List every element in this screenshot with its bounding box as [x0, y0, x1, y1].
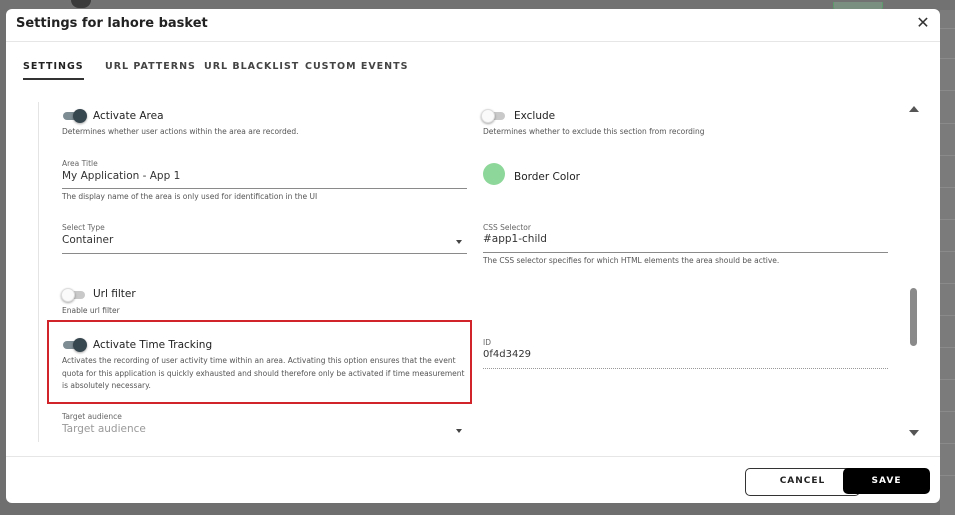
tab-url-blacklist[interactable]: URL BLACKLIST [204, 61, 299, 78]
id-value: 0f4d3429 [483, 349, 532, 360]
area-title-underline [62, 188, 467, 189]
tab-url-patterns[interactable]: URL PATTERNS [105, 61, 196, 78]
scroll-up-icon[interactable] [909, 106, 919, 112]
background-app-rows [940, 10, 955, 515]
dialog-title: Settings for lahore basket [16, 16, 208, 31]
scroll-down-icon[interactable] [909, 430, 919, 436]
save-button[interactable]: SAVE [843, 468, 930, 494]
css-selector-hint: The CSS selector specifies for which HTM… [483, 256, 780, 265]
exclude-label: Exclude [514, 110, 556, 122]
id-underline [483, 367, 888, 369]
exclude-toggle[interactable] [481, 109, 507, 123]
css-selector-underline [483, 252, 888, 253]
activate-area-hint: Determines whether user actions within t… [62, 127, 299, 136]
header-divider [6, 41, 940, 42]
area-title-hint: The display name of the area is only use… [62, 192, 318, 201]
select-type-select[interactable]: Container [62, 234, 113, 246]
select-type-label: Select Type [62, 223, 105, 232]
target-audience-label: Target audience [62, 412, 122, 421]
url-filter-hint: Enable url filter [62, 306, 120, 315]
footer-divider [6, 456, 940, 457]
css-selector-label: CSS Selector [483, 223, 531, 232]
activate-area-label: Activate Area [93, 110, 164, 122]
caret-down-icon[interactable] [456, 429, 462, 433]
target-audience-select[interactable]: Target audience [62, 423, 146, 435]
time-tracking-toggle[interactable] [61, 338, 87, 352]
area-title-input[interactable]: My Application - App 1 [62, 170, 180, 182]
border-color-label: Border Color [514, 171, 580, 183]
time-tracking-label: Activate Time Tracking [93, 339, 213, 351]
close-icon[interactable]: ✕ [914, 14, 932, 32]
caret-down-icon[interactable] [456, 240, 462, 244]
id-label: ID [483, 338, 491, 347]
css-selector-input[interactable]: #app1-child [483, 233, 547, 245]
url-filter-toggle[interactable] [61, 288, 87, 302]
form-scrollbar[interactable] [908, 102, 922, 442]
tab-settings[interactable]: SETTINGS [23, 61, 84, 80]
tab-custom-events[interactable]: CUSTOM EVENTS [305, 61, 408, 78]
scroll-thumb[interactable] [910, 288, 917, 346]
border-color-swatch[interactable] [483, 163, 505, 185]
settings-form: Activate Area Determines whether user ac… [38, 102, 919, 442]
settings-dialog: Settings for lahore basket ✕ SETTINGS UR… [6, 9, 940, 503]
url-filter-label: Url filter [93, 288, 136, 300]
select-type-underline [62, 253, 467, 254]
activate-area-toggle[interactable] [61, 109, 87, 123]
exclude-hint: Determines whether to exclude this secti… [483, 127, 705, 136]
area-title-label: Area Title [62, 159, 98, 168]
time-tracking-hint: Activates the recording of user activity… [62, 356, 465, 390]
